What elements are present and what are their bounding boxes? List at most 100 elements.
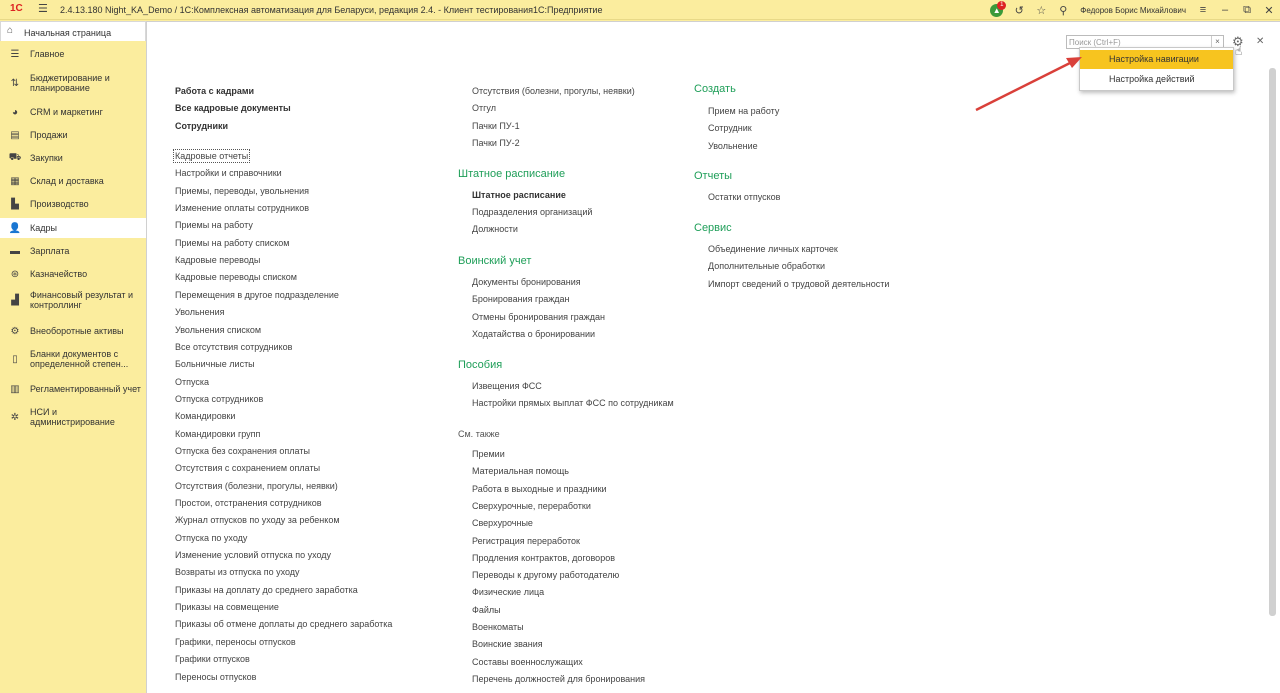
favorites-icon[interactable]: ☆ xyxy=(1030,4,1052,17)
sidebar-item-salary[interactable]: ▬ Зарплата xyxy=(0,242,146,260)
nav-link[interactable]: Отсутствия (болезни, прогулы, неявки) xyxy=(175,481,338,491)
nav-link-bold[interactable]: Все кадровые документы xyxy=(175,103,291,113)
notifications-button[interactable]: ▲ 1 xyxy=(986,0,1008,20)
nav-link[interactable]: Регистрация переработок xyxy=(472,536,580,546)
nav-link[interactable]: Командировки xyxy=(175,411,235,421)
user-name[interactable]: Федоров Борис Михайлович xyxy=(1074,6,1192,15)
cart-icon: ⛟ xyxy=(8,151,22,163)
nav-link[interactable]: Приемы на работу xyxy=(175,220,253,230)
nav-link[interactable]: Журнал отпусков по уходу за ребенком xyxy=(175,515,340,525)
sidebar-item-admin[interactable]: ✲ НСИ и администрирование xyxy=(0,404,146,430)
nav-link[interactable]: Должности xyxy=(472,224,518,234)
nav-link[interactable]: Отпуска xyxy=(175,377,209,387)
nav-link[interactable]: Приказы на совмещение xyxy=(175,602,279,612)
nav-link[interactable]: Пачки ПУ-1 xyxy=(472,121,520,131)
nav-link[interactable]: Бронирования граждан xyxy=(472,294,570,304)
scrollbar[interactable] xyxy=(1269,68,1276,616)
close-icon[interactable]: ✕ xyxy=(1256,36,1264,47)
sidebar-item-financial-result[interactable]: ▟ Финансовый результат и контроллинг xyxy=(0,287,146,313)
sidebar-item-purchases[interactable]: ⛟ Закупки xyxy=(0,149,146,167)
nav-link[interactable]: Составы военнослужащих xyxy=(472,657,583,667)
nav-link[interactable]: Изменение оплаты сотрудников xyxy=(175,203,309,213)
nav-link[interactable]: Отпуска по уходу xyxy=(175,533,247,543)
nav-link[interactable]: Графики, переносы отпусков xyxy=(175,637,296,647)
sidebar-item-treasury[interactable]: ⊛ Казначейство xyxy=(0,265,146,283)
nav-link[interactable]: Кадровые переводы xyxy=(175,255,260,265)
nav-link[interactable]: Переносы отпусков xyxy=(175,672,256,682)
nav-link[interactable]: Простои, отстранения сотрудников xyxy=(175,498,322,508)
nav-link[interactable]: Графики отпусков xyxy=(175,654,250,664)
sidebar-item-production[interactable]: ▙ Производство xyxy=(0,195,146,213)
sidebar-item-regulated[interactable]: ▥ Регламентированный учет xyxy=(0,380,146,398)
nav-link[interactable]: Сверхурочные, переработки xyxy=(472,501,591,511)
menu-item-navigation-settings[interactable]: Настройка навигации xyxy=(1080,50,1233,69)
nav-link-bold[interactable]: Работа с кадрами xyxy=(175,86,254,96)
search-icon[interactable]: ⚲ xyxy=(1052,4,1074,17)
nav-link[interactable]: Отсутствия с сохранением оплаты xyxy=(175,463,320,473)
main-menu-icon[interactable]: ☰ xyxy=(38,3,48,15)
nav-link[interactable]: Материальная помощь xyxy=(472,466,569,476)
menu-item-action-settings[interactable]: Настройка действий xyxy=(1080,70,1233,89)
sidebar-item-budgeting[interactable]: ⇅ Бюджетирование и планирование xyxy=(0,70,146,96)
close-window-icon[interactable]: ✕ xyxy=(1258,4,1280,17)
home-icon: ⌂ xyxy=(7,25,14,36)
home-tab[interactable]: ⌂ Начальная страница xyxy=(0,21,146,41)
nav-link[interactable]: Прием на работу xyxy=(708,106,779,116)
nav-link[interactable]: Настройки прямых выплат ФСС по сотрудник… xyxy=(472,398,674,408)
nav-link[interactable]: Извещения ФСС xyxy=(472,381,542,391)
nav-link[interactable]: Сверхурочные xyxy=(472,518,533,528)
sidebar-item-fixed-assets[interactable]: ⚙ Внеоборотные активы xyxy=(0,322,146,340)
nav-link[interactable]: Премии xyxy=(472,449,505,459)
nav-link[interactable]: Приемы, переводы, увольнения xyxy=(175,186,309,196)
restore-icon[interactable]: ⧉ xyxy=(1236,4,1258,17)
settings-menu-icon[interactable]: ≡ xyxy=(1192,4,1214,16)
nav-link-bold[interactable]: Штатное расписание xyxy=(472,190,566,200)
nav-link[interactable]: Военкоматы xyxy=(472,622,524,632)
nav-link[interactable]: Увольнения списком xyxy=(175,325,261,335)
nav-link[interactable]: Остатки отпусков xyxy=(708,192,780,202)
nav-link[interactable]: Продления контрактов, договоров xyxy=(472,553,615,563)
nav-link[interactable]: Документы бронирования xyxy=(472,277,581,287)
nav-link[interactable]: Дополнительные обработки xyxy=(708,261,825,271)
nav-link[interactable]: Подразделения организаций xyxy=(472,207,592,217)
sidebar-item-hr[interactable]: 👤 Кадры xyxy=(0,218,146,238)
sidebar-item-warehouse[interactable]: ▦ Склад и доставка xyxy=(0,172,146,190)
nav-link[interactable]: Ходатайства о бронировании xyxy=(472,329,595,339)
nav-link[interactable]: Переводы к другому работодателю xyxy=(472,570,619,580)
nav-link[interactable]: Отсутствия (болезни, прогулы, неявки) xyxy=(472,86,635,96)
nav-link[interactable]: Отгул xyxy=(472,103,496,113)
history-icon[interactable]: ↺ xyxy=(1008,4,1030,17)
nav-link[interactable]: Отпуска без сохранения оплаты xyxy=(175,446,310,456)
nav-link[interactable]: Увольнения xyxy=(175,307,225,317)
nav-link[interactable]: Увольнение xyxy=(708,141,758,151)
nav-link[interactable]: Приемы на работу списком xyxy=(175,238,289,248)
nav-link[interactable]: Перемещения в другое подразделение xyxy=(175,290,339,300)
nav-link[interactable]: Командировки групп xyxy=(175,429,260,439)
nav-link[interactable]: Больничные листы xyxy=(175,359,255,369)
nav-link[interactable]: Изменение условий отпуска по уходу xyxy=(175,550,331,560)
nav-link[interactable]: Кадровые переводы списком xyxy=(175,272,297,282)
nav-link[interactable]: Все отсутствия сотрудников xyxy=(175,342,292,352)
sidebar-item-crm[interactable]: ◕ CRM и маркетинг xyxy=(0,103,146,121)
nav-link[interactable]: Файлы xyxy=(472,605,501,615)
nav-link[interactable]: Работа в выходные и праздники xyxy=(472,484,607,494)
sidebar-item-forms[interactable]: ▯ Бланки документов с определенной степен… xyxy=(0,346,146,372)
nav-link[interactable]: Кадровые отчеты xyxy=(172,149,251,163)
sidebar-item-main[interactable]: ☰ Главное xyxy=(0,45,146,63)
nav-link[interactable]: Пачки ПУ-2 xyxy=(472,138,520,148)
nav-link[interactable]: Объединение личных карточек xyxy=(708,244,838,254)
nav-link[interactable]: Сотрудник xyxy=(708,123,752,133)
nav-link[interactable]: Импорт сведений о трудовой деятельности xyxy=(708,279,889,289)
nav-link[interactable]: Возвраты из отпуска по уходу xyxy=(175,567,300,577)
nav-link[interactable]: Физические лица xyxy=(472,587,544,597)
nav-link[interactable]: Приказы об отмене доплаты до среднего за… xyxy=(175,619,392,629)
sidebar-item-sales[interactable]: ▤ Продажи xyxy=(0,126,146,144)
nav-link-bold[interactable]: Сотрудники xyxy=(175,121,228,131)
nav-link[interactable]: Отмены бронирования граждан xyxy=(472,312,605,322)
nav-link[interactable]: Отпуска сотрудников xyxy=(175,394,263,404)
nav-link[interactable]: Перечень должностей для бронирования xyxy=(472,674,645,684)
minimize-icon[interactable]: – xyxy=(1214,4,1236,16)
nav-link[interactable]: Приказы на доплату до среднего заработка xyxy=(175,585,358,595)
nav-link[interactable]: Настройки и справочники xyxy=(175,168,282,178)
nav-link[interactable]: Воинские звания xyxy=(472,639,543,649)
